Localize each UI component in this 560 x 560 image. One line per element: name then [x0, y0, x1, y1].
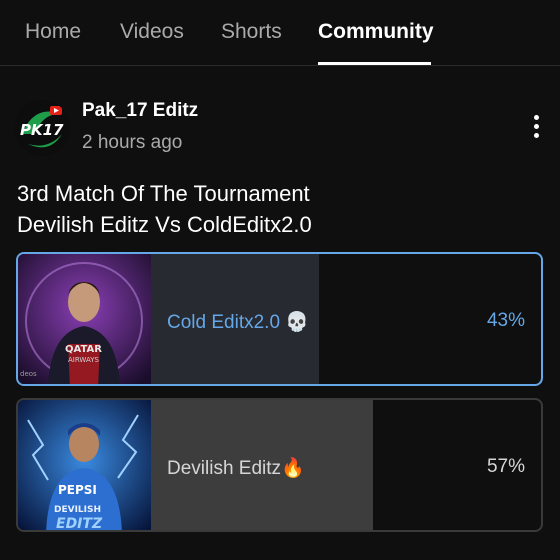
channel-name[interactable]: Pak_17 Editz [82, 100, 198, 122]
svg-text:deos: deos [20, 370, 37, 378]
svg-text:DEVILISH: DEVILISH [54, 505, 101, 515]
post-text-line-2: Devilish Editz Vs ColdEditx2.0 [17, 212, 312, 237]
svg-text:EDITZ: EDITZ [56, 516, 103, 530]
channel-avatar[interactable]: PK17 [14, 100, 70, 156]
poll-option-label: Devilish Editz🔥 [167, 458, 305, 479]
post-timestamp: 2 hours ago [82, 132, 183, 153]
poll-option-cold-editx[interactable]: QATAR AIRWAYS deos Cold Editx2.0 💀 43% [16, 252, 543, 386]
svg-text:QATAR: QATAR [65, 344, 102, 355]
active-tab-indicator [318, 62, 431, 65]
poll-option-thumbnail: QATAR AIRWAYS deos [18, 254, 151, 384]
poll-option-percent: 57% [486, 456, 525, 477]
tab-home[interactable]: Home [25, 20, 81, 44]
channel-tabs: Home Videos Shorts Community [0, 0, 560, 66]
poll-option-devilish-editz[interactable]: PEPSI DEVILISH EDITZ Devilish Editz🔥 57% [16, 398, 543, 532]
tab-shorts[interactable]: Shorts [221, 20, 282, 44]
svg-text:AIRWAYS: AIRWAYS [68, 356, 99, 364]
poll-option-percent: 43% [486, 310, 525, 331]
tab-videos[interactable]: Videos [120, 20, 184, 44]
svg-text:PK17: PK17 [20, 121, 64, 139]
tab-community[interactable]: Community [318, 20, 434, 44]
channel-logo: PK17 [14, 100, 70, 156]
post-text-line-1: 3rd Match Of The Tournament [17, 181, 310, 206]
poll-option-label: Cold Editx2.0 💀 [167, 312, 309, 333]
poll-option-thumbnail: PEPSI DEVILISH EDITZ [18, 400, 151, 530]
svg-text:PEPSI: PEPSI [58, 483, 97, 497]
more-vertical-icon[interactable] [524, 112, 548, 142]
